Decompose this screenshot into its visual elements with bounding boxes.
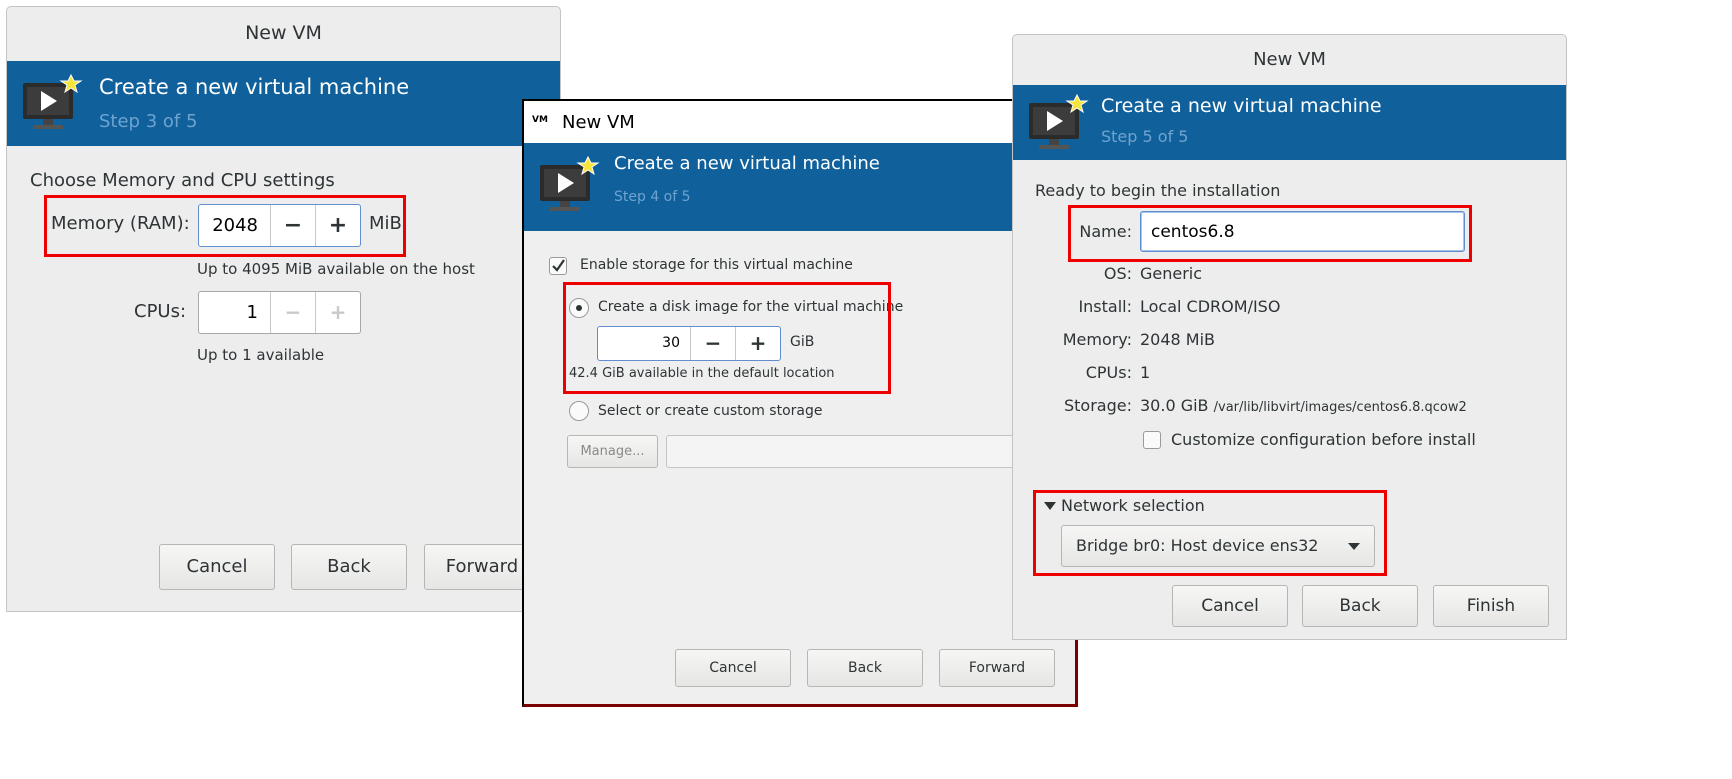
banner-step: Step 3 of 5 — [99, 111, 198, 132]
memory-highlight-box — [44, 195, 406, 257]
custom-storage-radio[interactable] — [569, 401, 589, 421]
banner-step: Step 5 of 5 — [1101, 127, 1189, 146]
os-value: Generic — [1140, 264, 1203, 283]
forward-button[interactable]: Forward — [939, 649, 1055, 687]
finish-button[interactable]: Finish — [1433, 585, 1549, 627]
window-title: New VM — [562, 112, 635, 133]
back-button[interactable]: Back — [291, 544, 407, 590]
cpus-value: 1 — [1140, 363, 1151, 382]
network-highlight-box — [1033, 490, 1387, 576]
custom-storage-label[interactable]: Select or create custom storage — [598, 403, 823, 419]
cpus-label: CPUs: — [134, 301, 187, 322]
storage-size: 30.0 GiB — [1140, 396, 1209, 415]
install-value: Local CDROM/ISO — [1140, 297, 1281, 316]
cpus-decrement-button[interactable]: − — [270, 292, 315, 333]
checkmark-icon — [552, 259, 565, 272]
banner-title: Create a new virtual machine — [1101, 95, 1382, 117]
cancel-button[interactable]: Cancel — [1172, 585, 1288, 627]
banner: Create a new virtual machine Step 5 of 5 — [1013, 85, 1566, 160]
customize-checkbox[interactable] — [1143, 431, 1161, 449]
cpus-value[interactable]: 1 — [199, 292, 270, 333]
storage-value: 30.0 GiB /var/lib/libvirt/images/centos6… — [1140, 396, 1467, 415]
vm-monitor-icon — [23, 73, 83, 129]
dialog-step4: VM New VM Create a new virtual machine S… — [522, 99, 1086, 707]
memory-label: Memory: — [1062, 330, 1132, 349]
banner-title: Create a new virtual machine — [99, 75, 410, 99]
cpus-increment-button[interactable]: + — [315, 292, 360, 333]
cancel-button[interactable]: Cancel — [675, 649, 791, 687]
vm-monitor-icon — [1029, 93, 1089, 149]
cpus-hint: Up to 1 available — [197, 346, 325, 364]
os-label: OS: — [1103, 264, 1132, 283]
name-highlight-box — [1068, 205, 1472, 262]
manage-button[interactable]: Manage... — [567, 435, 658, 468]
banner-step: Step 4 of 5 — [614, 189, 691, 205]
enable-storage-label[interactable]: Enable storage for this virtual machine — [580, 257, 853, 273]
section-heading: Choose Memory and CPU settings — [30, 170, 335, 191]
window-title: New VM — [1253, 49, 1326, 70]
cpus-label: CPUs: — [1085, 363, 1132, 382]
customize-label[interactable]: Customize configuration before install — [1171, 430, 1476, 449]
section-heading: Ready to begin the installation — [1035, 181, 1281, 200]
back-button[interactable]: Back — [807, 649, 923, 687]
app-badge-icon: VM — [532, 115, 548, 125]
install-label: Install: — [1078, 297, 1132, 316]
storage-label: Storage: — [1064, 396, 1132, 415]
dialog-step3: New VM Create a new virtual machine Step… — [6, 6, 561, 612]
cpus-spinner[interactable]: 1 − + — [198, 291, 361, 334]
memory-value: 2048 MiB — [1140, 330, 1216, 349]
memory-hint: Up to 4095 MiB available on the host — [197, 260, 475, 278]
banner-title: Create a new virtual machine — [614, 153, 880, 174]
window-title: New VM — [245, 22, 322, 44]
banner: Create a new virtual machine Step 4 of 5 — [524, 143, 1075, 231]
back-button[interactable]: Back — [1302, 585, 1418, 627]
enable-storage-checkbox[interactable] — [549, 257, 567, 275]
vm-monitor-icon — [540, 155, 600, 211]
storage-path: /var/lib/libvirt/images/centos6.8.qcow2 — [1213, 400, 1467, 415]
banner: Create a new virtual machine Step 3 of 5 — [7, 61, 560, 146]
disk-highlight-box — [563, 282, 891, 394]
cancel-button[interactable]: Cancel — [159, 544, 275, 590]
window-titlebar: VM New VM — [524, 101, 1075, 143]
